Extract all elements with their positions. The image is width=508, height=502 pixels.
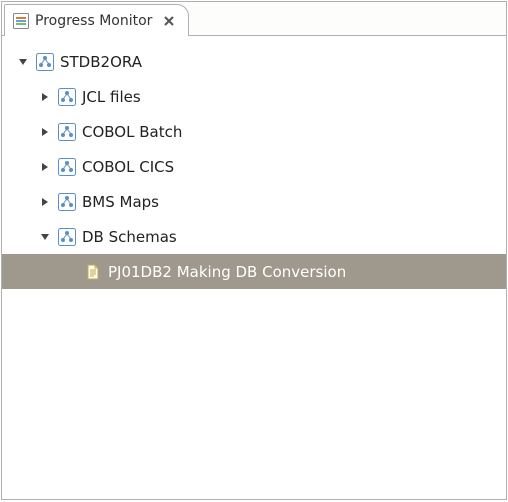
- node-label: PJ01DB2 Making DB Conversion: [108, 263, 346, 281]
- node-label: STDB2ORA: [60, 53, 142, 71]
- expander-closed-icon[interactable]: [38, 160, 52, 174]
- expander-closed-icon[interactable]: [38, 195, 52, 209]
- tree-node-db-schemas[interactable]: DB Schemas: [2, 219, 506, 254]
- tree-node-jcl[interactable]: JCL files: [2, 79, 506, 114]
- tab-bar: Progress Monitor: [2, 2, 506, 36]
- folder-nodes-icon: [58, 193, 76, 211]
- expander-open-icon[interactable]: [16, 55, 30, 69]
- node-label: COBOL CICS: [82, 158, 174, 176]
- expander-open-icon[interactable]: [38, 230, 52, 244]
- node-label: BMS Maps: [82, 193, 159, 211]
- tree-node-cobol-batch[interactable]: COBOL Batch: [2, 114, 506, 149]
- node-label: COBOL Batch: [82, 123, 182, 141]
- folder-nodes-icon: [58, 228, 76, 246]
- tree-view[interactable]: STDB2ORA JCL files: [2, 36, 506, 499]
- tree-leaf-task[interactable]: PJ01DB2 Making DB Conversion: [2, 254, 506, 289]
- project-icon: [36, 53, 54, 71]
- node-label: DB Schemas: [82, 228, 177, 246]
- expander-closed-icon[interactable]: [38, 90, 52, 104]
- document-icon: [84, 263, 102, 281]
- tab-progress-monitor[interactable]: Progress Monitor: [4, 4, 189, 36]
- close-icon[interactable]: [162, 14, 176, 28]
- folder-nodes-icon: [58, 88, 76, 106]
- folder-nodes-icon: [58, 158, 76, 176]
- tree-node-bms-maps[interactable]: BMS Maps: [2, 184, 506, 219]
- tab-label: Progress Monitor: [35, 13, 152, 29]
- node-label: JCL files: [82, 88, 141, 106]
- tree-node-root[interactable]: STDB2ORA: [2, 44, 506, 79]
- tree-node-cobol-cics[interactable]: COBOL CICS: [2, 149, 506, 184]
- folder-nodes-icon: [58, 123, 76, 141]
- expander-closed-icon[interactable]: [38, 125, 52, 139]
- progress-view-icon: [13, 13, 29, 29]
- progress-monitor-view: Progress Monitor: [1, 1, 507, 500]
